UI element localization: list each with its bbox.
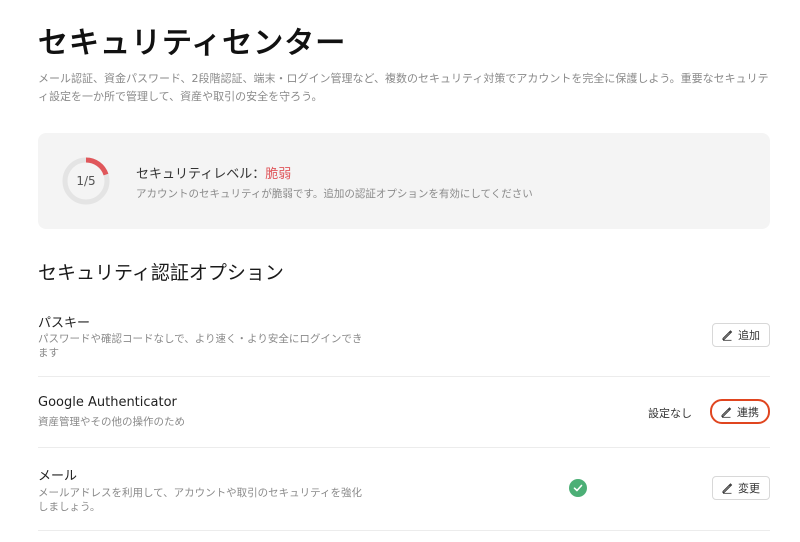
security-level-value: 脆弱 — [265, 167, 292, 182]
security-level-hint: アカウントのセキュリティが脆弱です。追加の認証オプションを有効にしてください — [136, 188, 533, 200]
pencil-icon — [722, 330, 733, 341]
page-description: メール認証、資金パスワード、2段階認証、端末・ログイン管理など、複数のセキュリテ… — [38, 72, 769, 103]
security-level-label: セキュリティレベル：脆弱 — [136, 163, 291, 182]
option-row-passkey: パスキー パスワードや確認コードなしで、より速く・より安全にログインできます 追… — [38, 298, 770, 377]
pencil-icon — [721, 406, 732, 418]
option-description: メールアドレスを利用して、アカウントや取引のセキュリティを強化しましょう。 — [38, 487, 363, 513]
option-name: Google Authenticator — [38, 395, 177, 410]
option-status: 設定なし — [648, 407, 692, 420]
option-name: メール — [38, 469, 78, 484]
option-row-email: メール メールアドレスを利用して、アカウントや取引のセキュリティを強化しましょう… — [38, 448, 770, 531]
pencil-icon — [722, 483, 733, 494]
option-description: 資産管理やその他の操作のため — [38, 416, 185, 428]
change-email-button-label: 変更 — [738, 482, 760, 495]
option-row-google-authenticator: Google Authenticator 資産管理やその他の操作のため 設定なし… — [38, 377, 770, 448]
security-level-label-text: セキュリティレベル： — [136, 167, 266, 182]
option-name: パスキー — [38, 316, 91, 331]
change-email-button[interactable]: 変更 — [712, 476, 770, 500]
page-title: セキュリティセンター — [38, 26, 347, 61]
add-passkey-button-label: 追加 — [738, 329, 760, 342]
check-circle-icon — [569, 479, 587, 497]
add-passkey-button[interactable]: 追加 — [712, 323, 770, 347]
option-description: パスワードや確認コードなしで、より速く・より安全にログインできます — [38, 333, 363, 359]
link-google-authenticator-button[interactable]: 連携 — [710, 399, 770, 424]
link-google-authenticator-button-label: 連携 — [737, 405, 759, 419]
section-title: セキュリティ認証オプション — [38, 262, 284, 284]
security-level-progress-text: 1/5 — [76, 174, 96, 188]
security-level-card: 1/5 セキュリティレベル：脆弱 アカウントのセキュリティが脆弱です。追加の認証… — [38, 133, 770, 229]
